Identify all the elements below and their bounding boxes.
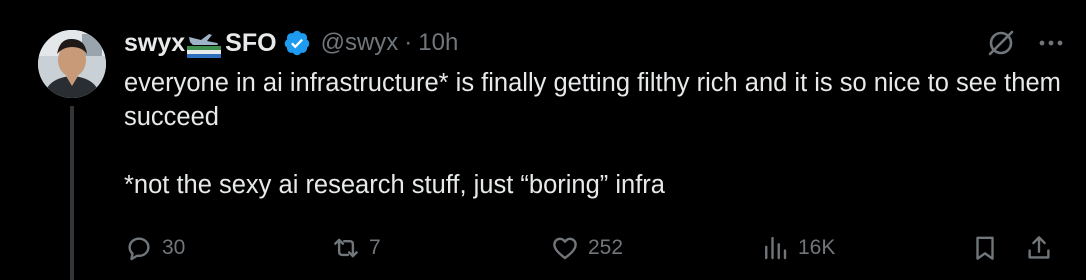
more-dots-icon [1039,40,1063,46]
reply-count: 30 [162,236,186,259]
tweet-header: swyx SFO @swyx · 10h [124,25,458,61]
repost-count: 7 [369,236,381,259]
speech-bubble-icon [128,237,150,261]
reply-button[interactable]: 30 [124,228,185,268]
more-button[interactable] [1036,28,1066,58]
repost-button[interactable]: 7 [331,228,381,268]
avatar-photo [38,30,106,98]
tweet-actions: 30 7 252 16K [124,228,1054,268]
thread-line [70,106,74,280]
location-tag[interactable]: SFO [225,29,276,58]
timestamp[interactable]: 10h [418,29,458,57]
like-button[interactable]: 252 [550,228,623,268]
tweet: swyx SFO @swyx · 10h everyone in ai infr… [0,0,1086,280]
bar-chart-icon [765,236,787,260]
view-count: 16K [798,236,836,259]
heart-icon [553,237,577,260]
tweet-top-actions [986,28,1066,58]
repost-arrows-icon [334,238,358,258]
verified-badge-icon[interactable] [283,29,311,57]
author-handle[interactable]: @swyx [321,29,399,57]
separator-dot: · [404,29,413,56]
tweet-body: everyone in ai infrastructure* is finall… [124,66,1064,202]
bookmark-icon [976,236,994,260]
share-upload-icon [1028,236,1050,259]
bookmark-button[interactable] [970,228,1000,268]
grok-button[interactable] [986,28,1016,58]
share-button[interactable] [1024,228,1054,268]
display-name[interactable]: swyx [124,29,185,58]
like-count: 252 [588,236,624,259]
tweet-text-main: everyone in ai infrastructure* is finall… [124,69,1061,131]
slashed-circle-icon [988,30,1014,56]
views-button[interactable]: 16K [760,228,835,268]
airplane-flag-emoji [187,34,222,58]
tweet-text-footnote: *not the sexy ai research stuff, just “b… [124,171,665,199]
avatar[interactable] [38,30,106,98]
